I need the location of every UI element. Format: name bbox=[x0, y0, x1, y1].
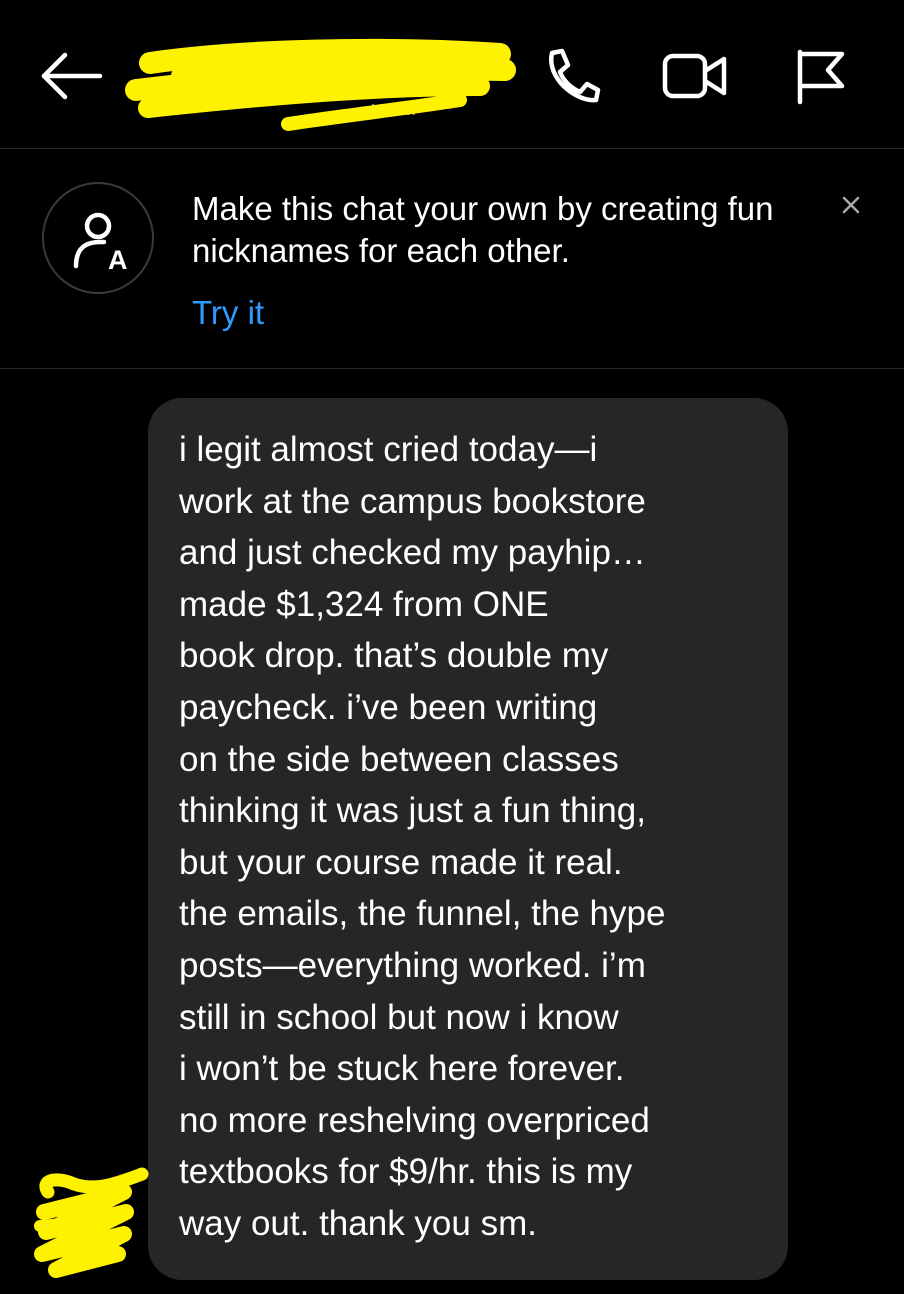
flag-icon bbox=[797, 49, 845, 105]
message-line: i won’t be stuck here forever. bbox=[179, 1049, 625, 1089]
message-line: made $1,324 from ONE bbox=[179, 584, 549, 624]
back-button[interactable] bbox=[38, 50, 104, 102]
phone-icon bbox=[548, 48, 601, 103]
nickname-prompt-text: Make this chat your own by creating fun … bbox=[192, 190, 774, 269]
message-bubble[interactable]: i legit almost cried today—i work at the… bbox=[148, 398, 788, 1280]
message-line: thinking it was just a fun thing, bbox=[179, 791, 646, 831]
message-line: the emails, the funnel, the hype bbox=[179, 894, 666, 934]
message-line: and just checked my payhip… bbox=[179, 533, 646, 573]
redaction-scribble-avatar bbox=[34, 1167, 149, 1278]
header-divider bbox=[0, 148, 904, 149]
message-line: i legit almost cried today—i bbox=[179, 430, 598, 469]
nickname-avatar: A bbox=[42, 182, 154, 294]
contact-name[interactable]: – bbox=[190, 44, 207, 78]
nickname-icon-letter: A bbox=[108, 245, 128, 275]
arrow-left-icon bbox=[41, 52, 103, 100]
report-button[interactable] bbox=[792, 46, 852, 106]
message-line: posts—everything worked. i’m bbox=[179, 945, 646, 985]
contact-subtitle: …yro... bbox=[352, 98, 417, 120]
message-line: but your course made it real. bbox=[179, 842, 623, 882]
close-icon bbox=[842, 196, 860, 214]
chat-header: – …yro... bbox=[0, 0, 904, 148]
try-it-link[interactable]: Try it bbox=[192, 294, 264, 332]
message-line: book drop. that’s double my bbox=[179, 636, 609, 676]
dismiss-banner-button[interactable] bbox=[836, 190, 866, 220]
message-line: textbooks for $9/hr. this is my bbox=[179, 1152, 633, 1192]
message-line: no more reshelving overpriced bbox=[179, 1100, 650, 1140]
banner-divider bbox=[0, 368, 904, 369]
message-line: paycheck. i’ve been writing bbox=[179, 687, 598, 727]
video-call-button[interactable] bbox=[660, 50, 730, 102]
call-button[interactable] bbox=[538, 46, 602, 106]
nickname-person-icon: A bbox=[73, 212, 128, 275]
message-line: still in school but now i know bbox=[179, 997, 619, 1037]
message-line: work at the campus bookstore bbox=[179, 481, 646, 521]
message-line: on the side between classes bbox=[179, 739, 619, 779]
redaction-scribble bbox=[125, 38, 516, 131]
video-camera-icon bbox=[662, 53, 727, 99]
message-line: way out. thank you sm. bbox=[179, 1203, 537, 1243]
